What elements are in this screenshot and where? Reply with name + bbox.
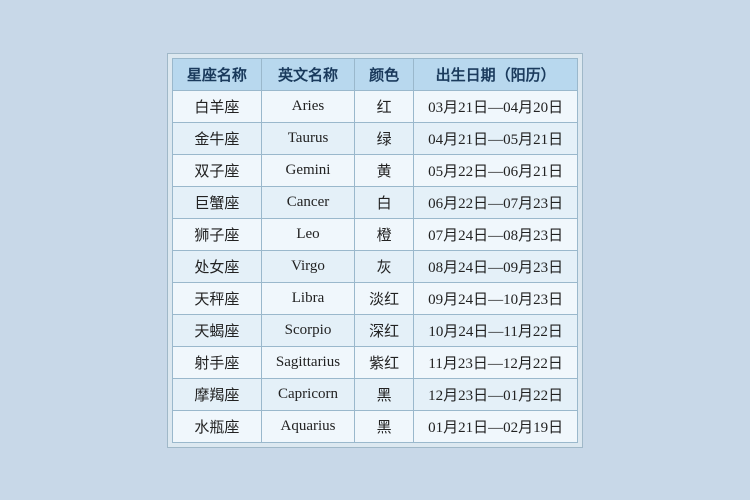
cell-row8-col3: 11月23日—12月22日 [414,346,578,378]
cell-row8-col1: Sagittarius [261,346,354,378]
cell-row3-col0: 巨蟹座 [172,186,261,218]
header-chinese-name: 星座名称 [172,58,261,90]
cell-row2-col1: Gemini [261,154,354,186]
table-row: 双子座Gemini黄05月22日—06月21日 [172,154,577,186]
cell-row6-col3: 09月24日—10月23日 [414,282,578,314]
table-row: 水瓶座Aquarius黑01月21日—02月19日 [172,410,577,442]
cell-row9-col1: Capricorn [261,378,354,410]
cell-row9-col0: 摩羯座 [172,378,261,410]
cell-row4-col3: 07月24日—08月23日 [414,218,578,250]
table-row: 天秤座Libra淡红09月24日—10月23日 [172,282,577,314]
cell-row9-col3: 12月23日—01月22日 [414,378,578,410]
cell-row2-col0: 双子座 [172,154,261,186]
cell-row10-col3: 01月21日—02月19日 [414,410,578,442]
cell-row3-col2: 白 [355,186,414,218]
cell-row0-col3: 03月21日—04月20日 [414,90,578,122]
table-row: 狮子座Leo橙07月24日—08月23日 [172,218,577,250]
cell-row3-col3: 06月22日—07月23日 [414,186,578,218]
cell-row1-col2: 绿 [355,122,414,154]
cell-row1-col3: 04月21日—05月21日 [414,122,578,154]
cell-row3-col1: Cancer [261,186,354,218]
cell-row4-col0: 狮子座 [172,218,261,250]
table-row: 射手座Sagittarius紫红11月23日—12月22日 [172,346,577,378]
table-header-row: 星座名称 英文名称 颜色 出生日期（阳历） [172,58,577,90]
cell-row2-col3: 05月22日—06月21日 [414,154,578,186]
cell-row2-col2: 黄 [355,154,414,186]
cell-row4-col1: Leo [261,218,354,250]
cell-row0-col2: 红 [355,90,414,122]
cell-row8-col0: 射手座 [172,346,261,378]
cell-row6-col1: Libra [261,282,354,314]
header-dates: 出生日期（阳历） [414,58,578,90]
cell-row0-col1: Aries [261,90,354,122]
cell-row7-col2: 深红 [355,314,414,346]
cell-row5-col1: Virgo [261,250,354,282]
cell-row10-col2: 黑 [355,410,414,442]
table-row: 处女座Virgo灰08月24日—09月23日 [172,250,577,282]
cell-row5-col0: 处女座 [172,250,261,282]
cell-row8-col2: 紫红 [355,346,414,378]
cell-row7-col3: 10月24日—11月22日 [414,314,578,346]
cell-row9-col2: 黑 [355,378,414,410]
header-english-name: 英文名称 [261,58,354,90]
cell-row7-col0: 天蝎座 [172,314,261,346]
table-row: 摩羯座Capricorn黑12月23日—01月22日 [172,378,577,410]
zodiac-table: 星座名称 英文名称 颜色 出生日期（阳历） 白羊座Aries红03月21日—04… [172,58,578,443]
cell-row10-col0: 水瓶座 [172,410,261,442]
cell-row5-col2: 灰 [355,250,414,282]
zodiac-table-container: 星座名称 英文名称 颜色 出生日期（阳历） 白羊座Aries红03月21日—04… [167,53,583,448]
cell-row4-col2: 橙 [355,218,414,250]
cell-row5-col3: 08月24日—09月23日 [414,250,578,282]
cell-row1-col0: 金牛座 [172,122,261,154]
table-row: 白羊座Aries红03月21日—04月20日 [172,90,577,122]
table-row: 巨蟹座Cancer白06月22日—07月23日 [172,186,577,218]
header-color: 颜色 [355,58,414,90]
table-row: 金牛座Taurus绿04月21日—05月21日 [172,122,577,154]
table-row: 天蝎座Scorpio深红10月24日—11月22日 [172,314,577,346]
cell-row10-col1: Aquarius [261,410,354,442]
cell-row7-col1: Scorpio [261,314,354,346]
cell-row6-col0: 天秤座 [172,282,261,314]
cell-row6-col2: 淡红 [355,282,414,314]
cell-row0-col0: 白羊座 [172,90,261,122]
cell-row1-col1: Taurus [261,122,354,154]
